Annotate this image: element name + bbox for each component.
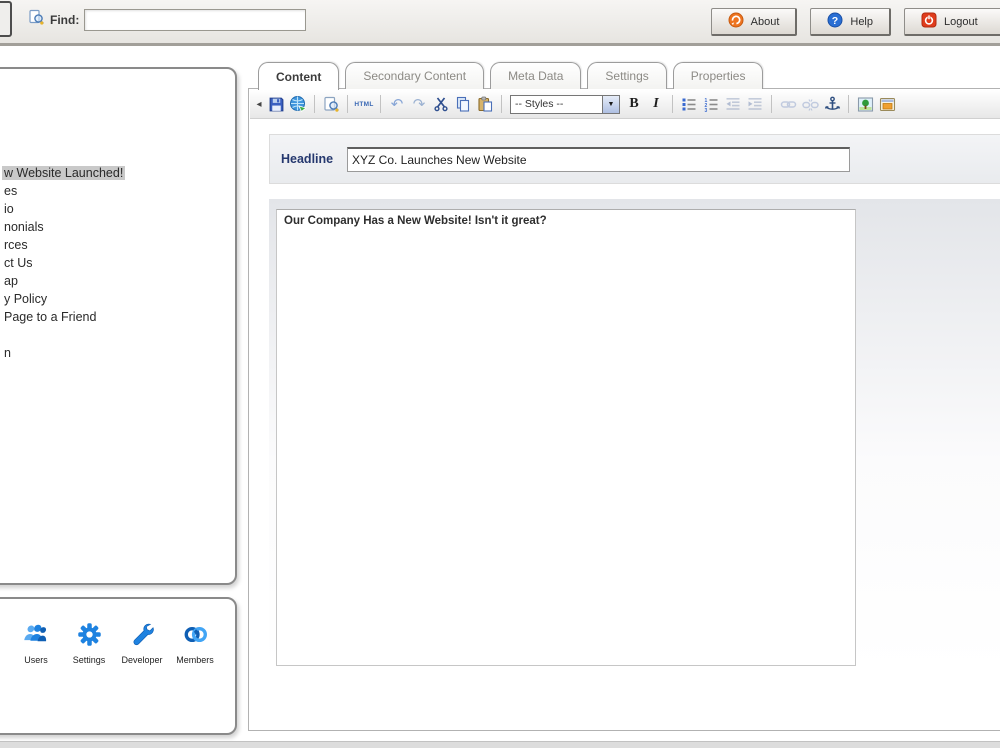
tab-settings[interactable]: Settings [587,62,666,89]
tree-item[interactable]: io [2,200,231,218]
numbered-list-icon[interactable]: 123 [700,93,722,115]
admin-shortcuts-panel: Users Settings [0,597,237,735]
tree-item[interactable]: ap [2,272,231,290]
undo-icon[interactable]: ↶ [386,93,408,115]
help-button[interactable]: ? Help [810,8,891,36]
bold-icon[interactable]: B [623,93,645,115]
insert-embed-icon[interactable] [876,93,898,115]
save-icon[interactable] [265,93,287,115]
developer-shortcut[interactable]: Developer [116,621,168,665]
toolbar-separator [672,95,673,113]
italic-icon[interactable]: I [645,93,667,115]
toolbar-separator [314,95,315,113]
members-icon [182,621,209,653]
copy-icon[interactable] [452,93,474,115]
tab-meta-data[interactable]: Meta Data [490,62,581,89]
unlink-icon[interactable] [799,93,821,115]
headline-input[interactable] [347,147,850,172]
tree-item[interactable]: w Website Launched! [2,164,231,182]
top-header-bar: Find: About ? Help [0,0,1000,46]
about-button[interactable]: About [711,8,798,36]
toolbar-separator [380,95,381,113]
svg-text:3: 3 [705,108,708,112]
chevron-down-icon[interactable]: ▼ [602,96,619,113]
tab-content[interactable]: Content [258,62,339,90]
anchor-icon[interactable] [821,93,843,115]
site-tree-panel: w Website Launched! es io nonials rces c… [0,67,237,585]
help-icon: ? [827,12,843,31]
outdent-icon[interactable] [722,93,744,115]
site-tree: w Website Launched! es io nonials rces c… [2,164,231,362]
logout-button-label: Logout [944,16,978,28]
styles-dropdown-value: -- Styles -- [511,98,602,110]
users-icon [23,621,50,653]
tree-gap [2,326,231,344]
tree-item[interactable]: rces [2,236,231,254]
bottom-section-edge [0,741,1000,748]
content-editor-panel: ◂ H [248,88,1000,731]
tree-item[interactable]: ct Us [2,254,231,272]
users-label: Users [24,655,48,665]
toolbar-separator [347,95,348,113]
cutoff-button-fragment[interactable] [0,1,12,37]
indent-icon[interactable] [744,93,766,115]
developer-label: Developer [121,655,162,665]
redo-icon[interactable]: ↷ [408,93,430,115]
editor-toolbar: ◂ H [250,90,1000,119]
toolbar-separator [771,95,772,113]
find-label: Find: [50,13,79,27]
link-icon[interactable] [777,93,799,115]
logout-button[interactable]: Logout [904,8,1000,36]
content-tabs: Content Secondary Content Meta Data Sett… [258,62,763,90]
tree-item[interactable]: n [2,344,231,362]
tree-item[interactable]: y Policy [2,290,231,308]
html-source-icon[interactable]: HTML [353,93,375,115]
settings-icon [76,621,103,653]
save-publish-icon[interactable] [287,93,309,115]
about-icon [728,12,744,31]
help-button-label: Help [850,16,873,28]
tab-properties[interactable]: Properties [673,62,764,89]
settings-shortcut[interactable]: Settings [63,621,115,665]
members-shortcut[interactable]: Members [169,621,221,665]
insert-image-icon[interactable] [854,93,876,115]
styles-dropdown[interactable]: -- Styles -- ▼ [510,95,620,114]
find-icon [28,9,45,31]
svg-text:?: ? [832,15,838,27]
logout-icon [921,12,937,31]
settings-label: Settings [73,655,106,665]
about-button-label: About [751,16,780,28]
find-input[interactable] [84,9,306,31]
tree-item[interactable]: es [2,182,231,200]
headline-label: Headline [281,152,347,166]
toolbar-separator [848,95,849,113]
toolbar-separator [501,95,502,113]
tree-item[interactable]: nonials [2,218,231,236]
developer-icon [129,621,156,653]
headline-row: Headline [269,134,1000,184]
paste-icon[interactable] [474,93,496,115]
cut-icon[interactable] [430,93,452,115]
preview-icon[interactable] [320,93,342,115]
members-label: Members [176,655,214,665]
tab-secondary-content[interactable]: Secondary Content [345,62,484,89]
users-shortcut[interactable]: Users [10,621,62,665]
wysiwyg-editor[interactable]: Our Company Has a New Website! Isn't it … [276,209,856,666]
collapse-arrow-icon[interactable]: ◂ [253,93,265,115]
bullet-list-icon[interactable] [678,93,700,115]
tree-item[interactable]: Page to a Friend [2,308,231,326]
content-area: Our Company Has a New Website! Isn't it … [269,199,1000,673]
